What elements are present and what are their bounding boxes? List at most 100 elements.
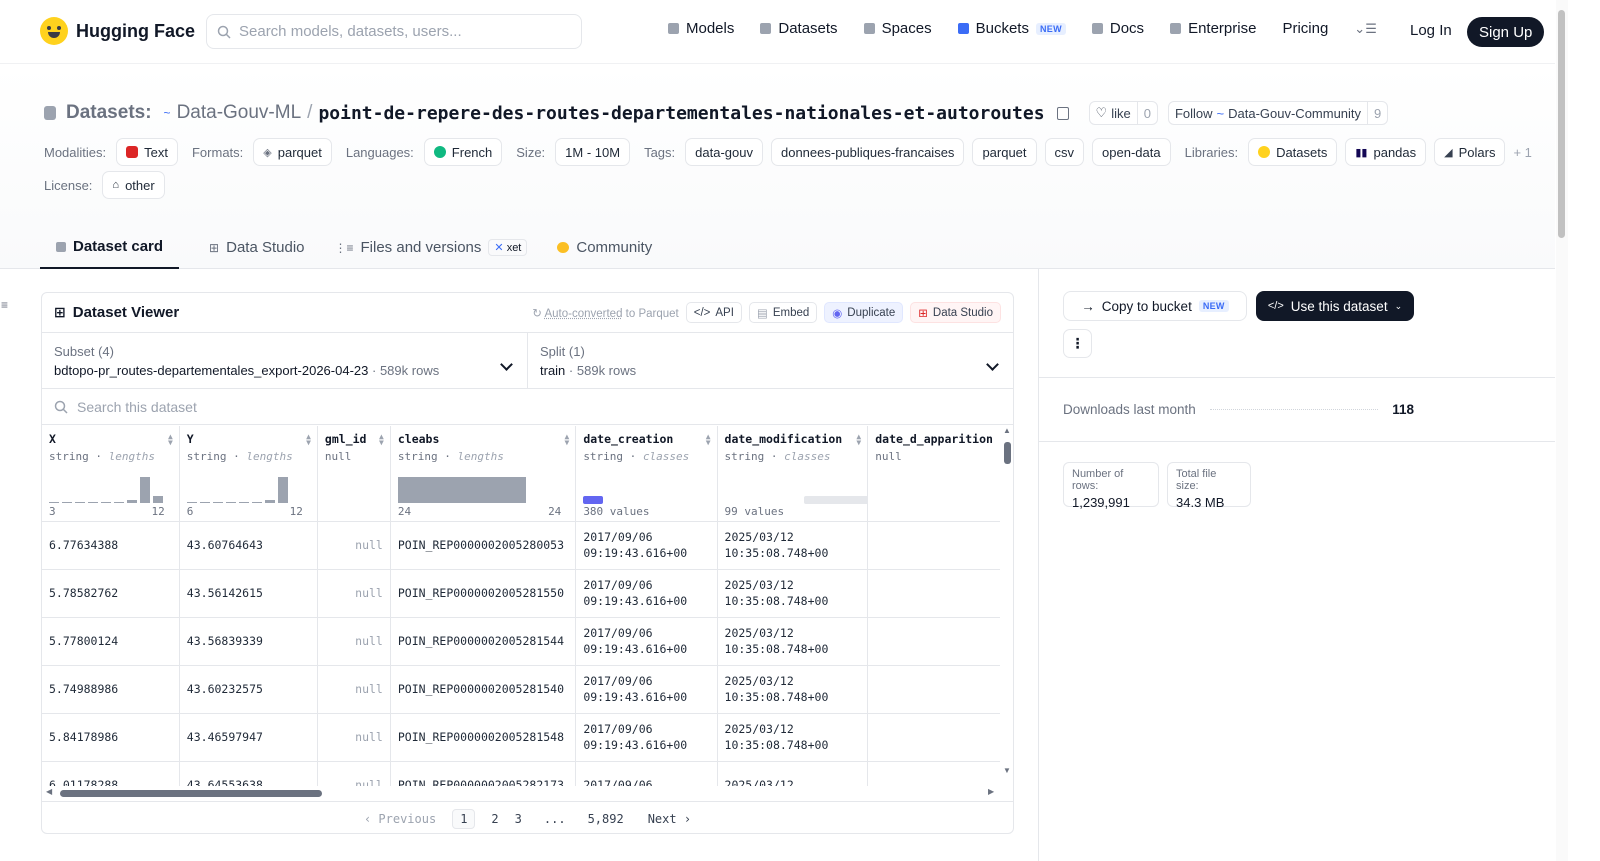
library-datasets-tag[interactable]: Datasets [1248, 138, 1338, 166]
license-tag[interactable]: ⌂ other [102, 171, 165, 199]
column-header-date-modification[interactable]: date_modification string · classes ▲ ▼ 99… [717, 426, 932, 522]
tag-donnees-publiques[interactable]: donnees-publiques-francaises [770, 138, 965, 166]
column-header-date-creation[interactable]: date_creation string · classes ▲ ▼ 380 va… [575, 426, 718, 522]
column-header-x[interactable]: X string · lengths ▲ ▼ 3 12 [42, 426, 180, 522]
nav-datasets[interactable]: Datasets [760, 20, 838, 37]
table-cell[interactable]: 43.56839339 [179, 617, 318, 666]
table-vertical-scrollbar[interactable]: ▲ ▼ [1002, 426, 1013, 786]
like-button[interactable]: ♡ like 0 [1088, 101, 1158, 125]
table-row[interactable]: 5.74988986 43.60232575 null POIN_REP0000002… [42, 665, 1000, 714]
nav-docs[interactable]: Docs [1091, 20, 1144, 37]
signup-button[interactable]: Sign Up [1467, 17, 1545, 47]
histogram-bar[interactable] [225, 501, 236, 503]
next-page-button[interactable]: Next › [648, 812, 691, 826]
last-page-button[interactable]: 5,892 [588, 812, 624, 826]
column-header-gml-id[interactable]: gml_id null ▲ ▼ [317, 426, 391, 522]
histogram-bar[interactable] [101, 501, 111, 503]
login-link[interactable]: Log In [1410, 22, 1452, 39]
page-3-button[interactable]: 3 [515, 812, 522, 826]
histogram-bar[interactable] [186, 501, 197, 503]
embed-button[interactable]: ▤ Embed [748, 302, 818, 323]
table-cell[interactable]: POIN_REP0000002005281544 [390, 617, 577, 666]
sort-icon[interactable]: ▲ ▼ [168, 433, 173, 447]
api-button[interactable]: </> API [685, 302, 742, 323]
nav-buckets[interactable]: Buckets NEW [957, 20, 1066, 37]
tag-data-gouv[interactable]: data-gouv [685, 138, 763, 166]
table-cell[interactable]: 43.46597947 [179, 713, 318, 762]
follow-button[interactable]: Follow ~ Data-Gouv-Community 9 [1167, 101, 1389, 125]
language-french-tag[interactable]: French [423, 138, 503, 166]
library-polars-tag[interactable]: ◢ Polars [1434, 138, 1506, 166]
sort-icon[interactable]: ▲ ▼ [706, 433, 711, 447]
column-header-cleabs[interactable]: cleabs string · lengths ▲ ▼ 24 24 [390, 426, 577, 522]
table-cell[interactable]: 2017/09/06 09:19:43.616+00 [575, 665, 718, 714]
table-cell[interactable]: 2025/03/12 10:35:08.748+00 [717, 569, 869, 618]
table-cell[interactable] [867, 521, 1000, 570]
dataset-search-input[interactable] [77, 398, 477, 415]
table-cell[interactable]: POIN_REP0000002005281550 [390, 569, 577, 618]
table-cell[interactable]: 2025/03/12 10:35:08.748+00 [717, 521, 869, 570]
table-row[interactable]: 5.77800124 43.56839339 null POIN_REP0000002… [42, 617, 1000, 666]
sort-icon[interactable]: ▲ ▼ [379, 433, 384, 447]
histogram-bar[interactable] [397, 476, 526, 503]
histogram-bar[interactable] [62, 501, 72, 503]
page-1-button[interactable]: 1 [452, 808, 476, 829]
table-cell[interactable] [867, 665, 1000, 714]
tab-community[interactable]: Community [557, 226, 652, 269]
table-cell[interactable]: 2017/09/06 09:19:43.616+00 [575, 521, 718, 570]
duplicate-button[interactable]: ◉ Duplicate [824, 302, 904, 323]
table-cell[interactable]: 5.84178986 [42, 713, 180, 762]
table-cell[interactable]: 43.56142615 [179, 569, 318, 618]
more-options-button[interactable]: ⋮ [1063, 329, 1092, 358]
table-cell[interactable] [867, 617, 1000, 666]
table-cell[interactable]: null [317, 665, 391, 714]
nav-more-menu[interactable]: ⌄☰ [1354, 21, 1377, 37]
sort-icon[interactable]: ▲ ▼ [564, 433, 569, 447]
scrollbar-thumb[interactable] [60, 790, 322, 797]
column-header-date-d-apparition[interactable]: date_d_apparition null [867, 426, 1000, 522]
format-parquet-tag[interactable]: ◈ parquet [253, 138, 332, 166]
histogram-bar[interactable] [49, 501, 59, 503]
logo[interactable]: Hugging Face [40, 17, 195, 45]
previous-page-button[interactable]: ‹ Previous [364, 812, 436, 826]
table-cell[interactable]: 2025/03/12 10:35:08.748+00 [717, 617, 869, 666]
copy-icon[interactable] [1056, 106, 1069, 120]
nav-models[interactable]: Models [668, 20, 734, 37]
histogram-bar[interactable] [75, 501, 85, 503]
sort-icon[interactable]: ▲ ▼ [856, 433, 861, 447]
histogram-bar[interactable] [199, 501, 210, 503]
scrollbar-thumb[interactable] [1004, 442, 1011, 464]
histogram-bar[interactable] [127, 499, 137, 503]
histogram-bar[interactable] [114, 501, 124, 503]
dataset-search[interactable] [42, 389, 1013, 425]
table-cell[interactable]: 2025/03/12 10:35:08.748+00 [717, 665, 869, 714]
table-cell[interactable]: 43.64553638 [179, 761, 318, 786]
table-cell[interactable]: null [317, 761, 391, 786]
tag-parquet[interactable]: parquet [972, 138, 1037, 166]
table-cell[interactable] [867, 713, 1000, 762]
auto-converted-note[interactable]: ↻ Auto-converted to Parquet [532, 306, 678, 320]
split-dropdown[interactable]: Split (1) train · 589k rows [527, 333, 1013, 388]
table-cell[interactable]: POIN_REP0000002005280053 [390, 521, 577, 570]
table-cell[interactable]: 5.78582762 [42, 569, 180, 618]
table-row[interactable]: 5.78582762 43.56142615 null POIN_REP0000002… [42, 569, 1000, 618]
table-cell[interactable]: 43.60764643 [179, 521, 318, 570]
scroll-down-icon[interactable]: ▼ [1003, 766, 1011, 775]
size-tag[interactable]: 1M - 10M [555, 138, 631, 166]
table-cell[interactable]: 43.60232575 [179, 665, 318, 714]
sidebar-toggle-icon[interactable]: ≡ [1, 298, 8, 312]
histogram-bar[interactable] [153, 495, 163, 503]
table-cell[interactable]: 2017/09/06 09:19:43.616+00 [575, 617, 718, 666]
table-cell[interactable]: POIN_REP0000002005282173 [390, 761, 577, 786]
scroll-right-icon[interactable]: ▶ [988, 787, 994, 796]
tab-files-and-versions[interactable]: ⋮≡ Files and versions ✕ xet [335, 226, 528, 269]
libraries-more[interactable]: + 1 [1513, 145, 1531, 160]
tab-data-studio[interactable]: ⊞ Data Studio [209, 226, 304, 269]
tab-dataset-card[interactable]: Dataset card [40, 226, 180, 269]
org-link[interactable]: Data-Gouv-ML [177, 102, 302, 124]
table-cell[interactable]: 2017/09/06 [575, 761, 718, 786]
data-studio-button[interactable]: ⊞ Data Studio [910, 302, 1001, 323]
table-cell[interactable]: 2017/09/06 09:19:43.616+00 [575, 569, 718, 618]
tag-open-data[interactable]: open-data [1092, 138, 1171, 166]
sort-icon[interactable]: ▲ ▼ [306, 433, 311, 447]
